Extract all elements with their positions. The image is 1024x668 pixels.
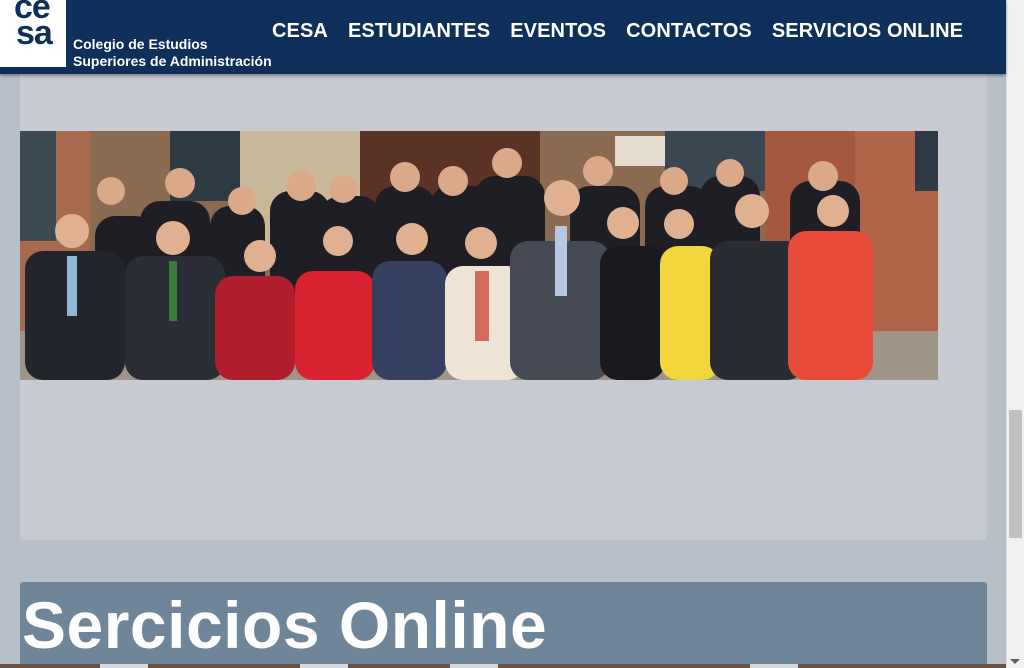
- taskbar-tab[interactable]: [100, 664, 148, 668]
- scrollbar-thumb[interactable]: [1009, 410, 1022, 538]
- taskbar-tab[interactable]: [300, 664, 348, 668]
- services-title: Sercicios Online: [22, 588, 548, 662]
- site-header: ce sa Colegio de Estudios Superiores de …: [0, 0, 1006, 74]
- logo-text[interactable]: Colegio de Estudios Superiores de Admini…: [73, 36, 272, 70]
- group-photo: [20, 131, 938, 380]
- taskbar-tab[interactable]: [750, 664, 798, 668]
- nav-item-servicios-online[interactable]: SERVICIOS ONLINE: [762, 20, 973, 46]
- services-section: Sercicios Online: [20, 582, 987, 668]
- nav-item-cesa[interactable]: CESA: [262, 20, 338, 46]
- scroll-down-arrow-icon[interactable]: [1010, 659, 1020, 664]
- cesa-logo[interactable]: ce sa: [0, 0, 66, 67]
- logo-mark: ce sa: [14, 0, 66, 52]
- logo-text-line2: Superiores de Administración: [73, 53, 272, 69]
- taskbar-edge: [0, 664, 1006, 668]
- nav-item-contactos[interactable]: CONTACTOS: [616, 20, 762, 46]
- taskbar-tab[interactable]: [450, 664, 498, 668]
- vertical-scrollbar[interactable]: [1006, 0, 1024, 668]
- logo-mark-line2: sa: [16, 14, 53, 52]
- main-nav: CESA ESTUDIANTES EVENTOS CONTACTOS SERVI…: [262, 20, 973, 46]
- nav-item-eventos[interactable]: EVENTOS: [500, 20, 616, 46]
- logo-text-line1: Colegio de Estudios: [73, 36, 208, 52]
- group-photo-illustration: [20, 131, 938, 380]
- nav-item-estudiantes[interactable]: ESTUDIANTES: [338, 20, 500, 46]
